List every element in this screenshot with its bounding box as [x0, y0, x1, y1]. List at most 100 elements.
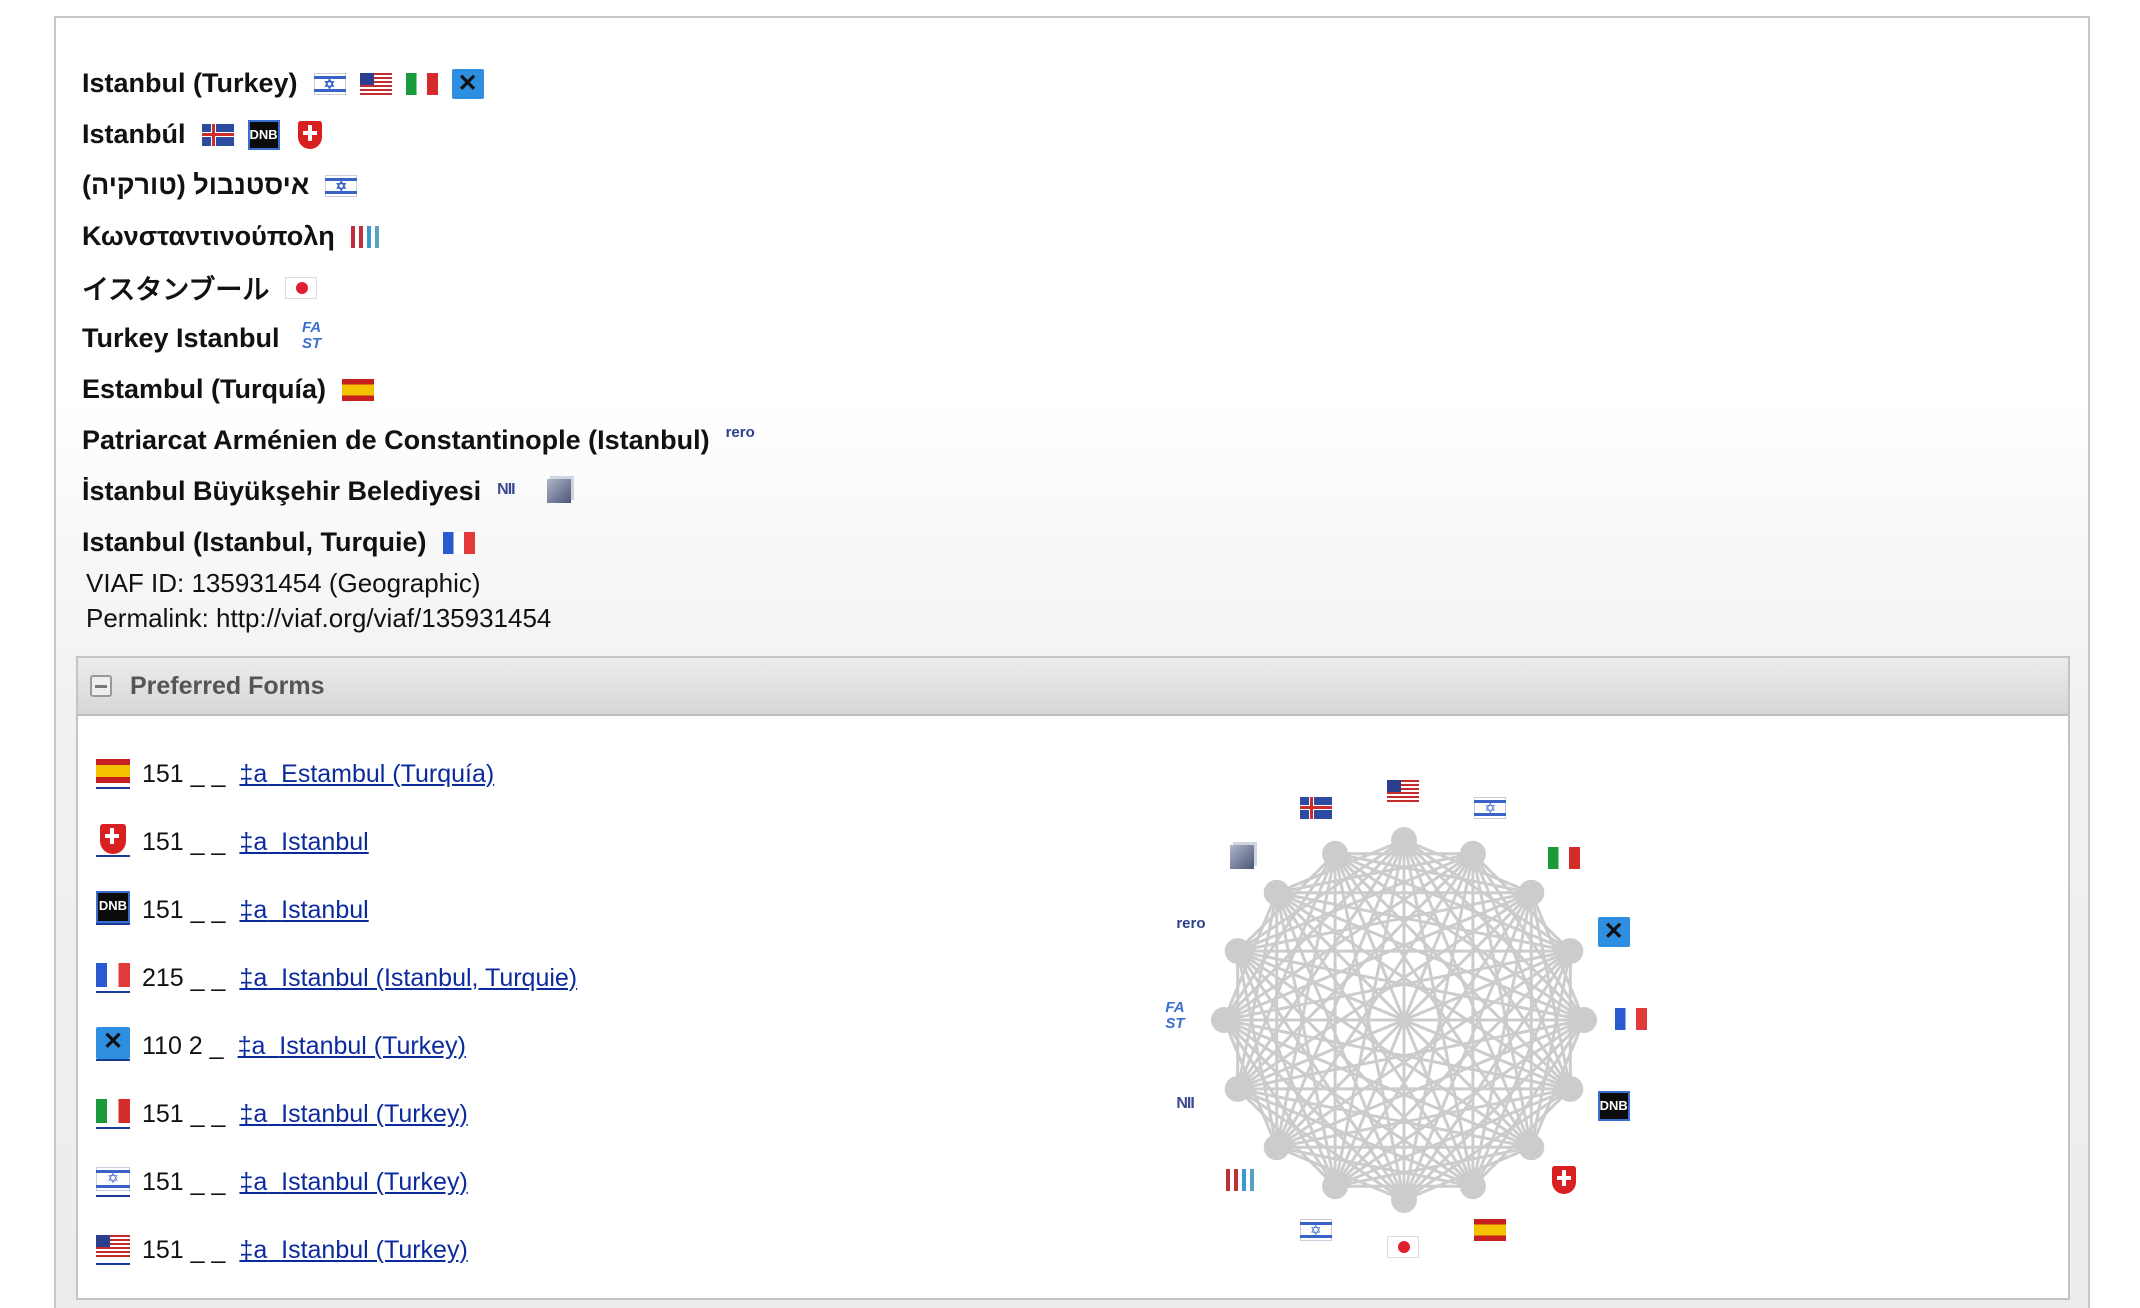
name-variant-text: Patriarcat Arménien de Constantinople (I… [82, 425, 710, 455]
bne-icon[interactable]: ✕ [451, 68, 484, 99]
graph-node[interactable] [1518, 879, 1545, 906]
france-icon[interactable] [442, 531, 475, 554]
graph-spain-icon[interactable] [1474, 1218, 1507, 1241]
graph-node[interactable] [1224, 1075, 1251, 1102]
subfield-marker: ‡a [239, 1167, 268, 1196]
marc-field-code: 151 _ _ [142, 1235, 226, 1264]
name-variants-list: Istanbul (Turkey) ✡ ✕ Istanbúl DNB איסטנבול (… [82, 58, 758, 568]
preferred-form-row: DNB 151 _ _ ‡a Istanbul [96, 876, 577, 944]
name-variant-text: Estambul (Turquía) [82, 374, 327, 404]
graph-node[interactable] [1518, 1134, 1545, 1161]
rero-icon[interactable]: rero [726, 424, 758, 452]
preferred-form-text: Istanbul (Istanbul, Turquie) [281, 963, 578, 992]
name-variant-text: イスタンブール [82, 275, 270, 305]
graph-node[interactable] [1557, 938, 1584, 965]
preferred-form-link[interactable]: ‡a Istanbul [239, 896, 368, 925]
usa-icon[interactable] [359, 72, 392, 95]
japan-icon[interactable] [285, 276, 318, 299]
graph-node[interactable] [1263, 879, 1290, 906]
preferred-form-link[interactable]: ‡a Istanbul (Turkey) [239, 1168, 467, 1197]
bne-icon: ✕ [96, 1027, 130, 1061]
israel-icon[interactable]: ✡ [325, 174, 358, 197]
graph-nii-icon[interactable]: NII [1176, 1095, 1208, 1117]
italy-icon [96, 1099, 130, 1129]
permalink[interactable]: Permalink: http://viaf.org/viaf/13593145… [86, 603, 551, 634]
spain-icon [96, 759, 130, 789]
iceland-icon[interactable] [201, 123, 234, 146]
graph-fast-icon[interactable]: FA ST [1159, 1000, 1191, 1032]
spain-icon[interactable] [342, 378, 375, 401]
marc-field-code: 151 _ _ [142, 895, 226, 924]
name-variant-text: Istanbúl [82, 119, 186, 149]
graph-bne-icon[interactable]: ✕ [1597, 916, 1630, 947]
name-variant-text: Turkey Istanbul [82, 323, 280, 353]
wikidata-icon[interactable] [350, 225, 383, 248]
preferred-form-text: Istanbul [281, 895, 369, 924]
italy-icon[interactable] [405, 72, 438, 95]
israel-icon[interactable]: ✡ [313, 72, 346, 95]
graph-wikidata-icon[interactable] [1225, 1169, 1258, 1192]
graph-node[interactable] [1211, 1007, 1237, 1033]
graph-france-icon[interactable] [1615, 1008, 1647, 1030]
graph-node[interactable] [1391, 1187, 1417, 1213]
graph-ndl-cube-icon[interactable] [1226, 844, 1258, 869]
preferred-form-link[interactable]: ‡a Istanbul [239, 828, 368, 857]
panel-title: Preferred Forms [130, 671, 325, 700]
nii-icon[interactable]: NII [497, 481, 529, 503]
preferred-forms-header[interactable]: Preferred Forms [78, 658, 2068, 716]
preferred-forms-list: 151 _ _ ‡a Estambul (Turquía) 151 _ _ ‡a Is… [96, 740, 577, 1284]
name-variant-row: Κωνσταντινούπολη [82, 211, 758, 262]
preferred-form-text: Istanbul [281, 827, 369, 856]
ndl-cube-icon[interactable] [543, 478, 575, 503]
preferred-form-link[interactable]: ‡a Estambul (Turquía) [239, 760, 494, 789]
preferred-form-link[interactable]: ‡a Istanbul (Turkey) [239, 1236, 467, 1265]
graph-israel-icon[interactable]: ✡ [1299, 1218, 1332, 1241]
source-icons: FA ST [296, 319, 328, 351]
graph-rero-icon[interactable]: rero [1176, 915, 1208, 943]
graph-dnb-icon[interactable]: DNB [1597, 1091, 1630, 1122]
source-icons [285, 276, 318, 299]
graph-node[interactable] [1557, 1075, 1584, 1102]
collapse-icon[interactable] [90, 675, 112, 697]
source-icons: rero [726, 424, 758, 452]
preferred-form-link[interactable]: ‡a Istanbul (Turkey) [239, 1100, 467, 1129]
dnb-icon[interactable]: DNB [247, 119, 280, 150]
graph-node[interactable] [1459, 1173, 1486, 1200]
swiss-icon [96, 824, 130, 857]
graph-node[interactable] [1391, 827, 1417, 853]
preferred-form-row: ✡ 151 _ _ ‡a Istanbul (Turkey) [96, 1148, 577, 1216]
preferred-form-text: Istanbul (Turkey) [281, 1167, 468, 1196]
graph-israel-icon[interactable]: ✡ [1474, 797, 1507, 820]
graph-node[interactable] [1571, 1007, 1597, 1033]
graph-node[interactable] [1322, 840, 1349, 867]
graph-iceland-icon[interactable] [1299, 797, 1332, 820]
preferred-form-row: 151 _ _ ‡a Istanbul (Turkey) [96, 1216, 577, 1284]
preferred-form-row: ✕ 110 2 _ ‡a Istanbul (Turkey) [96, 1012, 577, 1080]
preferred-form-link[interactable]: ‡a Istanbul (Istanbul, Turquie) [239, 964, 577, 993]
source-icons [342, 378, 375, 401]
subfield-marker: ‡a [239, 827, 268, 856]
graph-italy-icon[interactable] [1548, 846, 1581, 869]
preferred-form-row: 151 _ _ ‡a Istanbul (Turkey) [96, 1080, 577, 1148]
marc-field-code: 151 _ _ [142, 827, 226, 856]
subfield-marker: ‡a [239, 1099, 268, 1128]
name-variant-row: Istanbul (Turkey) ✡ ✕ [82, 58, 758, 109]
source-icons: ✡ ✕ [313, 68, 484, 99]
swiss-icon[interactable] [294, 120, 326, 149]
preferred-form-link[interactable]: ‡a Istanbul (Turkey) [238, 1032, 466, 1061]
graph-usa-icon[interactable] [1387, 780, 1419, 802]
subfield-marker: ‡a [239, 759, 268, 788]
graph-node[interactable] [1459, 840, 1486, 867]
graph-node[interactable] [1224, 938, 1251, 965]
marc-field-code: 110 2 _ [142, 1031, 224, 1060]
graph-node[interactable] [1322, 1173, 1349, 1200]
fast-icon[interactable]: FA ST [296, 319, 328, 351]
name-variant-row: Estambul (Turquía) [82, 364, 758, 415]
graph-swiss-icon[interactable] [1548, 1166, 1580, 1195]
marc-field-code: 151 _ _ [142, 759, 226, 788]
graph-japan-icon[interactable] [1387, 1236, 1419, 1258]
graph-node[interactable] [1263, 1134, 1290, 1161]
name-variant-row: İstanbul Büyükşehir Belediyesi NII [82, 466, 758, 517]
name-variant-row: Istanbúl DNB [82, 109, 758, 160]
preferred-form-row: 151 _ _ ‡a Istanbul [96, 808, 577, 876]
